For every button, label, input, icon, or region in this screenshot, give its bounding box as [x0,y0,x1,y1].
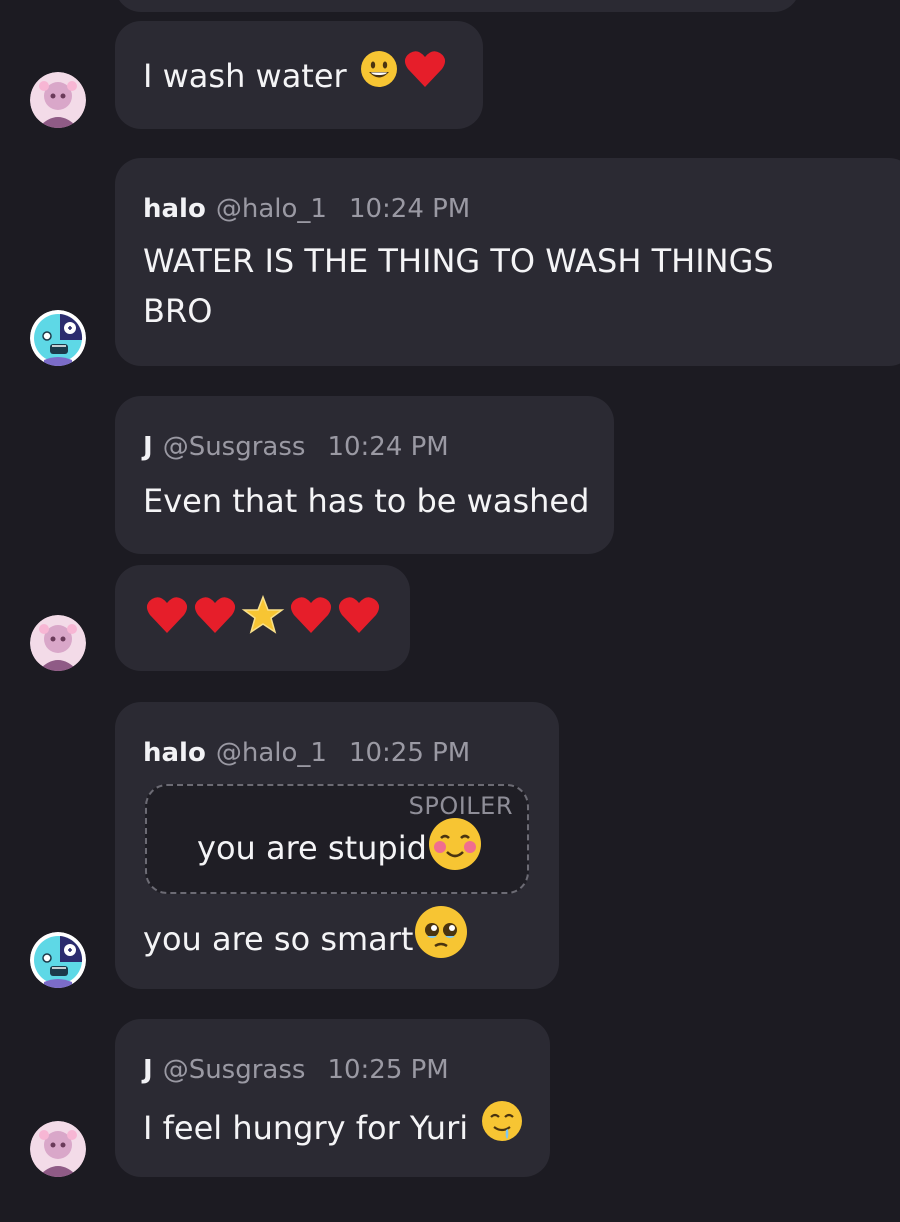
red-heart-icon [337,595,381,639]
author-handle[interactable]: @Susgrass [163,432,306,462]
grinning-face-icon [359,49,399,103]
spoiler-block[interactable]: SPOILER you are stupid [145,784,529,894]
timestamp: 10:24 PM [348,194,471,224]
message-text: I wash water [143,57,347,95]
timestamp: 10:24 PM [327,432,449,462]
message-bubble[interactable]: halo @halo_1 10:25 PM SPOILER you are st… [115,702,559,989]
author-name[interactable]: J [143,432,153,462]
author-handle[interactable]: @Susgrass [163,1055,306,1085]
message-text-line-2: BRO [143,292,213,330]
avatar-halo[interactable] [30,310,86,366]
message-bubble[interactable]: I wash water [115,21,483,129]
message-text: I feel hungry for Yuri [143,1109,469,1147]
author-name[interactable]: halo [143,738,206,768]
red-heart-icon [403,49,447,103]
smiling-blushing-face-icon [427,816,483,880]
avatar-pink-user[interactable] [30,72,86,128]
red-heart-icon [289,595,333,639]
message-text-line-1: WATER IS THE THING TO WASH THINGS [143,242,774,280]
red-heart-icon [145,595,189,639]
author-name[interactable]: halo [143,194,206,224]
message-bubble[interactable] [115,565,410,671]
drooling-face-icon [480,1099,524,1157]
author-handle[interactable]: @halo_1 [216,194,327,224]
message-text: Even that has to be washed [143,482,590,520]
message-bubble[interactable]: halo @halo_1 10:24 PM WATER IS THE THING… [115,158,900,366]
spoiler-text: you are stupid [197,829,427,867]
timestamp: 10:25 PM [348,738,471,768]
emoji-row [145,594,381,639]
red-heart-icon [193,595,237,639]
message-text: you are so smart [143,920,414,958]
message-bubble[interactable]: J @Susgrass 10:25 PM I feel hungry for Y… [115,1019,550,1177]
author-handle[interactable]: @halo_1 [216,738,327,768]
author-name[interactable]: J [143,1055,153,1085]
message-bubble[interactable]: J @Susgrass 10:24 PM Even that has to be… [115,396,614,554]
timestamp: 10:25 PM [327,1055,449,1085]
glowing-star-icon [241,594,285,639]
message-bubble-partial [115,0,800,12]
pleading-face-icon [413,904,469,974]
avatar-halo[interactable] [30,932,86,988]
avatar-pink-user[interactable] [30,1121,86,1177]
avatar-pink-user[interactable] [30,615,86,671]
